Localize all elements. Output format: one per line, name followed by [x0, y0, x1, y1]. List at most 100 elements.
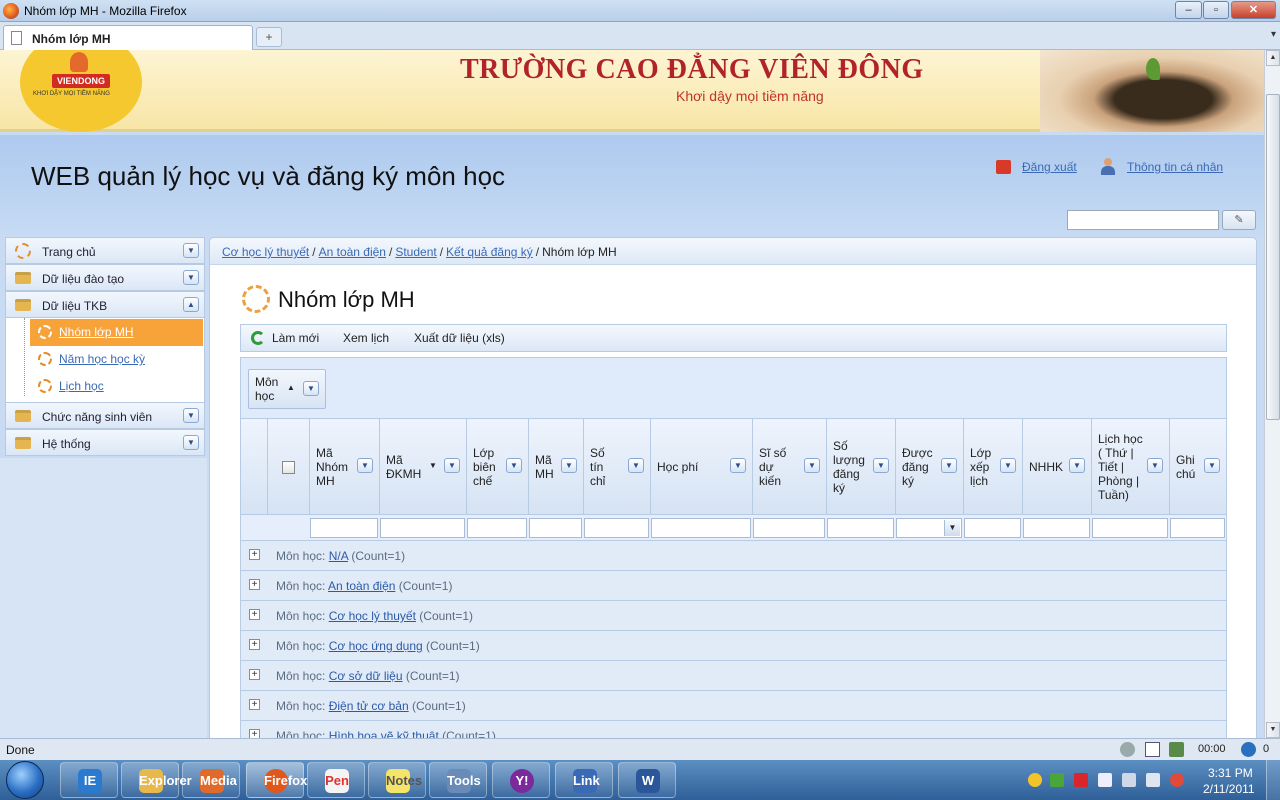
- chevron-down-icon[interactable]: ▼: [506, 458, 522, 473]
- refresh-button[interactable]: Làm mới: [272, 331, 319, 345]
- chevron-down-icon[interactable]: ▼: [183, 243, 199, 258]
- taskbar-app-pen[interactable]: Pen: [307, 762, 365, 798]
- sidebar-subitem-schedule[interactable]: Lịch học: [6, 373, 204, 400]
- info-icon[interactable]: [1145, 742, 1160, 757]
- group-row[interactable]: + Môn học: Cơ học ứng dụng (Count=1): [240, 631, 1227, 661]
- chevron-down-icon[interactable]: ▼: [357, 458, 373, 473]
- network-icon[interactable]: [1146, 773, 1160, 787]
- filter-input-credits[interactable]: [584, 518, 649, 538]
- chevron-down-icon[interactable]: ▼: [730, 458, 746, 473]
- sidebar-item-training-data[interactable]: Dữ liệu đào tạo ▼: [5, 264, 205, 291]
- filter-input-registered-count[interactable]: [827, 518, 894, 538]
- group-row[interactable]: + Môn học: N/A (Count=1): [240, 541, 1227, 571]
- column-header[interactable]: Được đăng ký ▼: [895, 419, 963, 514]
- device-icon[interactable]: [1122, 773, 1136, 787]
- tab-list-button[interactable]: ▾: [1271, 29, 1276, 40]
- browser-tab[interactable]: Nhóm lớp MH: [3, 25, 253, 50]
- tray-green-icon[interactable]: [1050, 773, 1064, 787]
- volume-muted-icon[interactable]: [1170, 773, 1184, 787]
- close-button[interactable]: ✕: [1231, 1, 1276, 19]
- breadcrumb-link[interactable]: Kết quả đăng ký: [446, 245, 533, 259]
- taskbar-app-firefox[interactable]: Firefox: [246, 762, 307, 798]
- group-row[interactable]: + Môn học: Cơ sở dữ liệu (Count=1): [240, 661, 1227, 691]
- sort-asc-icon[interactable]: ▲: [287, 383, 295, 392]
- expand-icon[interactable]: +: [249, 579, 260, 590]
- filter-input-scheduled-class[interactable]: [964, 518, 1021, 538]
- logout-icon[interactable]: [996, 160, 1011, 174]
- download-icon[interactable]: [1241, 742, 1256, 757]
- column-header[interactable]: Học phí ▼: [650, 419, 752, 514]
- taskbar-app-notes[interactable]: Notes: [368, 762, 426, 798]
- filter-input-tuition[interactable]: [651, 518, 751, 538]
- taskbar-app-ie[interactable]: IE: [60, 762, 118, 798]
- chevron-down-icon[interactable]: ▼: [183, 408, 199, 423]
- monitor-icon[interactable]: [1169, 742, 1184, 757]
- group-name-link[interactable]: Điện tử cơ bản: [329, 699, 409, 713]
- chevron-down-icon[interactable]: ▼: [804, 458, 820, 473]
- chevron-down-icon[interactable]: ▼: [444, 458, 460, 473]
- show-desktop-button[interactable]: [1266, 760, 1280, 800]
- taskbar-app-word[interactable]: W: [618, 762, 676, 798]
- chevron-down-icon[interactable]: ▼: [873, 458, 889, 473]
- scroll-down-button[interactable]: ▼: [1266, 722, 1280, 738]
- sidebar-subitem-semesters[interactable]: Năm học học kỳ: [6, 346, 204, 373]
- user-icon[interactable]: [1100, 158, 1115, 175]
- column-header[interactable]: Lớp xếp lịch ▼: [963, 419, 1022, 514]
- chevron-down-icon[interactable]: ▼: [944, 520, 960, 536]
- refresh-icon[interactable]: [251, 331, 265, 345]
- sidebar-item-system[interactable]: Hệ thống ▼: [5, 429, 205, 456]
- taskbar-app-yahoo[interactable]: Y!: [492, 762, 550, 798]
- sidebar-item-student-functions[interactable]: Chức năng sinh viên ▼: [5, 402, 205, 429]
- chevron-down-icon[interactable]: ▼: [1204, 458, 1220, 473]
- chevron-down-icon[interactable]: ▼: [941, 458, 957, 473]
- antivirus-icon[interactable]: [1074, 773, 1088, 787]
- column-header[interactable]: Mã Nhóm MH ▼: [309, 419, 379, 514]
- expand-icon[interactable]: +: [249, 699, 260, 710]
- filter-dropdown-allowed[interactable]: ▼: [896, 518, 962, 538]
- column-header[interactable]: Số tín chỉ ▼: [583, 419, 650, 514]
- group-name-link[interactable]: Cơ sở dữ liệu: [329, 669, 403, 683]
- filter-input-expected-size[interactable]: [753, 518, 825, 538]
- chevron-down-icon[interactable]: ▼: [1147, 458, 1163, 473]
- clock-date[interactable]: 2/11/2011: [1203, 782, 1255, 796]
- sort-desc-icon[interactable]: ▼: [429, 461, 437, 470]
- group-name-link[interactable]: Cơ học lý thuyết: [329, 609, 416, 623]
- sidebar-subitem-course-groups[interactable]: Nhóm lớp MH: [30, 319, 203, 346]
- filter-input-course-code[interactable]: [529, 518, 582, 538]
- select-all-checkbox[interactable]: [282, 461, 295, 474]
- group-name-link[interactable]: N/A: [329, 549, 348, 563]
- start-button[interactable]: [6, 761, 44, 799]
- column-header[interactable]: Lớp biên chế ▼: [466, 419, 528, 514]
- column-header[interactable]: Sĩ số dự kiến ▼: [752, 419, 826, 514]
- maximize-button[interactable]: ▫: [1203, 1, 1229, 19]
- search-input[interactable]: [1067, 210, 1219, 230]
- expand-icon[interactable]: +: [249, 639, 260, 650]
- column-header[interactable]: Lịch học ( Thứ | Tiết | Phòng | Tuần) ▼: [1091, 419, 1169, 514]
- filter-input-notes[interactable]: [1170, 518, 1225, 538]
- filter-input-semester[interactable]: [1023, 518, 1090, 538]
- sidebar-item-home[interactable]: Trang chủ ▼: [5, 237, 205, 264]
- filter-input-registration-code[interactable]: [380, 518, 465, 538]
- column-header[interactable]: Mã ĐKMH ▼ ▼: [379, 419, 466, 514]
- scroll-up-button[interactable]: ▲: [1266, 50, 1280, 66]
- expand-icon[interactable]: +: [249, 729, 260, 738]
- filter-input-schedule[interactable]: [1092, 518, 1168, 538]
- group-by-tag-course[interactable]: Môn học ▲ ▼: [248, 369, 326, 409]
- group-row[interactable]: + Môn học: An toàn điện (Count=1): [240, 571, 1227, 601]
- breadcrumb-link[interactable]: An toàn điện: [319, 245, 386, 259]
- flag-icon[interactable]: [1098, 773, 1112, 787]
- new-tab-button[interactable]: +: [256, 27, 282, 47]
- filter-input-group-code[interactable]: [310, 518, 378, 538]
- chevron-down-icon[interactable]: ▼: [1000, 458, 1016, 473]
- expand-icon[interactable]: +: [249, 549, 260, 560]
- group-row[interactable]: + Môn học: Cơ học lý thuyết (Count=1): [240, 601, 1227, 631]
- addon-icon[interactable]: [1120, 742, 1135, 757]
- group-name-link[interactable]: Hình họa vẽ kỹ thuật: [329, 729, 439, 738]
- profile-link[interactable]: Thông tin cá nhân: [1127, 160, 1223, 174]
- column-header[interactable]: Số lượng đăng ký ▼: [826, 419, 895, 514]
- group-name-link[interactable]: Cơ học ứng dụng: [329, 639, 423, 653]
- column-header[interactable]: Ghi chú ▼: [1169, 419, 1226, 514]
- tray-expand-icon[interactable]: [1006, 773, 1020, 787]
- chevron-down-icon[interactable]: ▼: [183, 270, 199, 285]
- chevron-down-icon[interactable]: ▼: [628, 458, 644, 473]
